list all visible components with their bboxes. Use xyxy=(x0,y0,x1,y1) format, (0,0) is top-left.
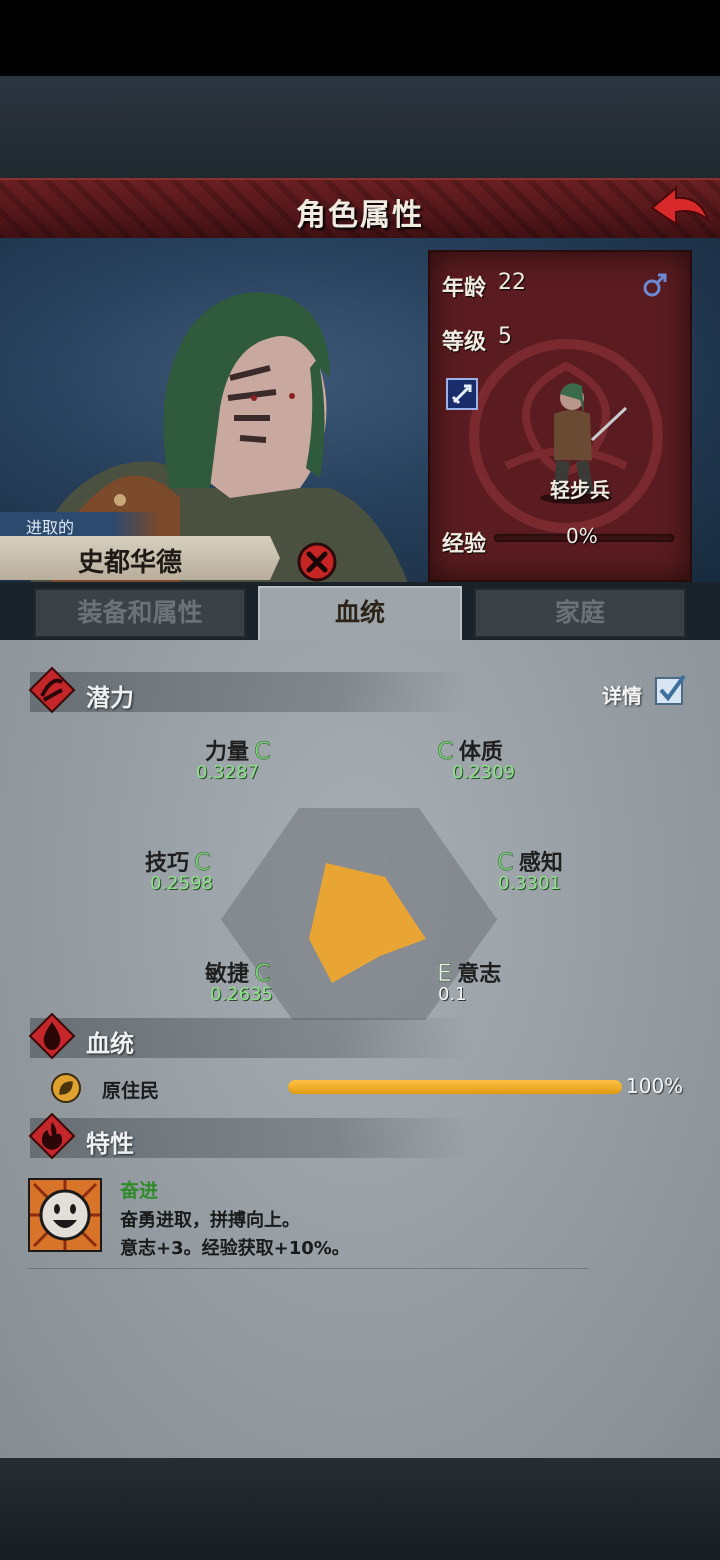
title-bar: 角色属性 xyxy=(0,178,720,243)
sword-class-icon xyxy=(446,378,478,410)
flame-icon xyxy=(28,1112,76,1160)
stat-skill-value: 0.2598 xyxy=(150,873,213,894)
unit-class-label: 轻步兵 xyxy=(550,478,610,502)
dismiss-icon[interactable] xyxy=(297,542,337,582)
potential-icon xyxy=(28,666,76,714)
tab-equipment-attributes[interactable]: 装备和属性 xyxy=(34,588,246,638)
bloodline-percent: 100% xyxy=(626,1074,684,1098)
trait-description: 奋勇进取，拼搏向上。 xyxy=(120,1210,300,1231)
status-bar xyxy=(0,0,720,76)
stat-perception-value: 0.3301 xyxy=(498,873,561,894)
stat-grade: E xyxy=(437,959,453,988)
tab-label: 血统 xyxy=(334,598,385,627)
details-checkbox[interactable] xyxy=(654,674,686,706)
stat-constitution-value: 0.2309 xyxy=(452,762,515,783)
bloodline-bar-fill xyxy=(288,1080,622,1094)
male-gender-icon xyxy=(643,273,667,297)
tab-family[interactable]: 家庭 xyxy=(474,588,686,638)
back-arrow-icon[interactable] xyxy=(648,184,712,232)
traits-title: 特性 xyxy=(86,1130,134,1158)
exp-label: 经验 xyxy=(442,532,487,557)
smiling-face-icon xyxy=(28,1178,102,1252)
stat-grade: C xyxy=(254,959,271,988)
trait-effect: 意志+3。经验获取+10%。 xyxy=(120,1238,350,1259)
native-leaf-icon xyxy=(51,1073,81,1103)
tab-bar: 装备和属性 血统 家庭 xyxy=(0,582,720,642)
level-label: 等级 xyxy=(442,330,487,355)
potential-radar-chart xyxy=(221,808,497,1020)
details-label: 详情 xyxy=(602,684,642,708)
traits-header: 特性 xyxy=(28,1112,470,1160)
bottom-band xyxy=(0,1458,720,1560)
trait-tag: 进取的 xyxy=(0,512,160,537)
trait-name: 奋进 xyxy=(120,1180,159,1202)
info-panel: 年龄 22 等级 5 轻步兵 经验 0% xyxy=(428,250,692,582)
tab-bloodline[interactable]: 血统 xyxy=(258,586,462,642)
bloodline-bar xyxy=(288,1080,622,1094)
stat-grade: C xyxy=(497,848,514,877)
stat-agility-value: 0.2635 xyxy=(210,984,273,1005)
age-label: 年龄 xyxy=(442,276,487,301)
trait-card[interactable]: 奋进 奋勇进取，拼搏向上。 意志+3。经验获取+10%。 xyxy=(28,1178,588,1269)
bloodline-content: 潜力 详情 力量 C 0.3287 C 体质 0.2309 C 感知 0.330… xyxy=(0,640,720,1458)
bloodline-name: 原住民 xyxy=(102,1080,160,1102)
bloodline-entry: 原住民 100% xyxy=(50,1072,700,1106)
character-name: 史都华德 xyxy=(78,548,183,578)
bloodline-title: 血统 xyxy=(86,1030,134,1058)
page-title: 角色属性 xyxy=(296,198,424,233)
blood-drop-icon xyxy=(28,1012,76,1060)
bloodline-header: 血统 xyxy=(28,1012,470,1060)
stat-will-value: 0.1 xyxy=(438,984,467,1005)
age-value: 22 xyxy=(498,270,526,295)
tab-label: 装备和属性 xyxy=(77,598,203,627)
tab-label: 家庭 xyxy=(554,598,605,627)
top-band xyxy=(0,76,720,180)
stat-grade: C xyxy=(254,737,271,766)
stat-grade: C xyxy=(194,848,211,877)
potential-title: 潜力 xyxy=(86,684,134,712)
name-plate[interactable]: 史都华德 xyxy=(0,536,280,580)
trait-tag-label: 进取的 xyxy=(26,518,75,537)
stat-strength-value: 0.3287 xyxy=(196,762,259,783)
level-value: 5 xyxy=(498,324,512,349)
exp-percent: 0% xyxy=(566,524,598,548)
stat-grade: C xyxy=(437,737,454,766)
potential-header: 潜力 xyxy=(28,666,470,714)
